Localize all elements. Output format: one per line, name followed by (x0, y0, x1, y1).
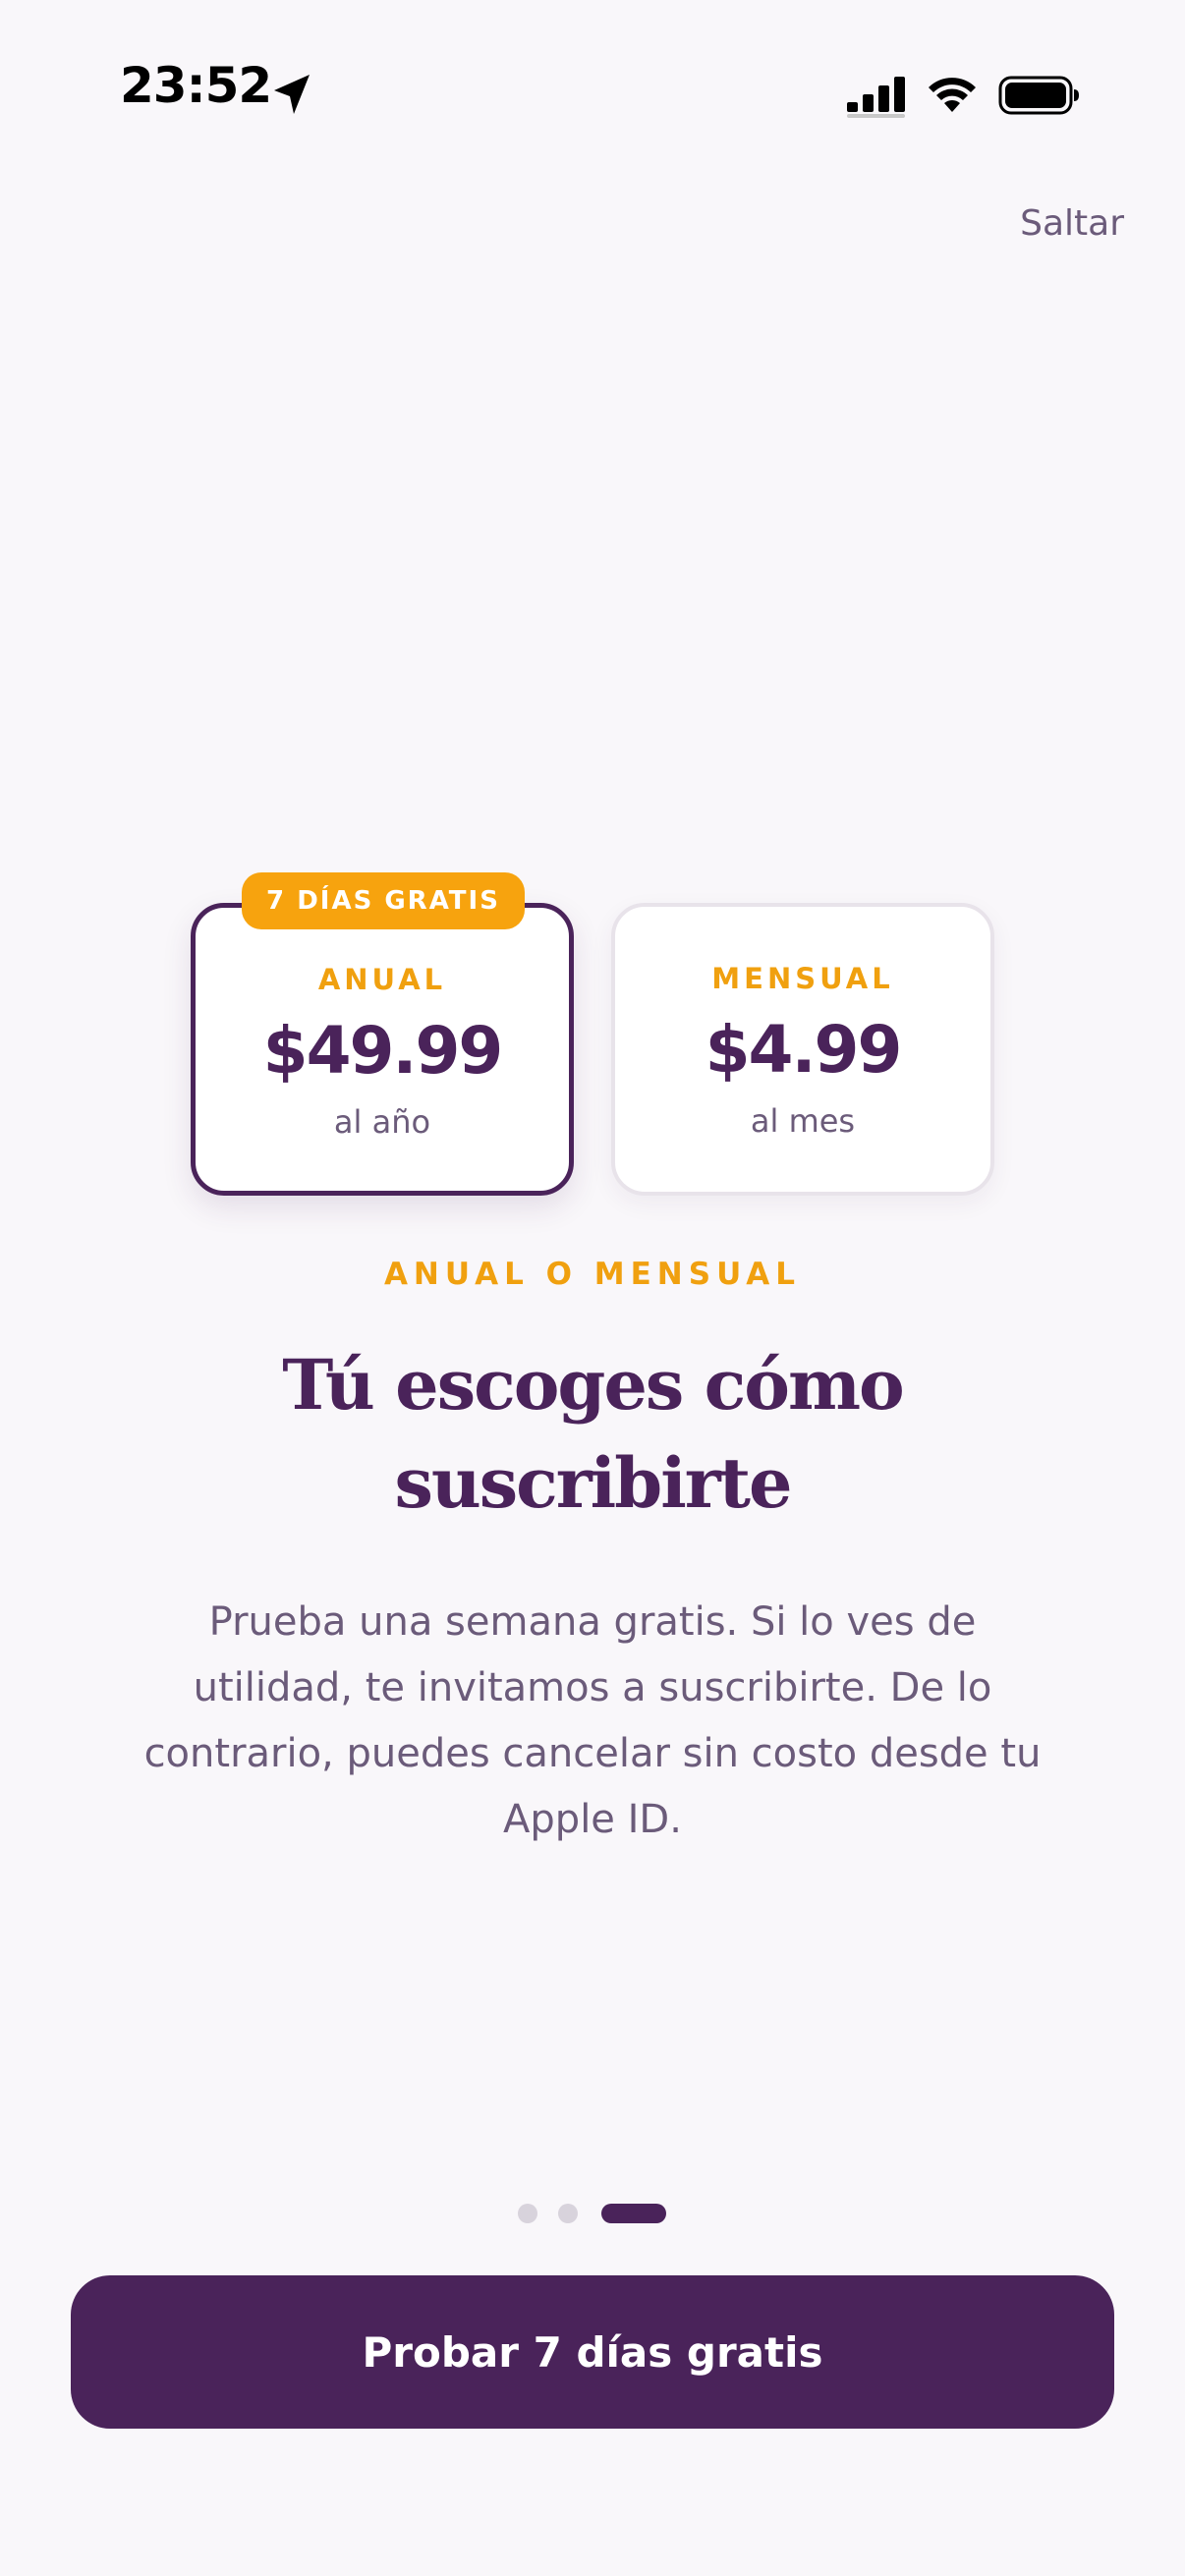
plan-period: al mes (750, 1102, 856, 1140)
plan-price: $4.99 (705, 1012, 903, 1088)
plan-label: ANUAL (317, 963, 447, 996)
location-arrow-icon (274, 75, 310, 114)
battery-icon (998, 76, 1079, 115)
status-time: 23:52 (120, 57, 272, 114)
plan-card-monthly[interactable]: MENSUAL $4.99 al mes (611, 903, 994, 1196)
skip-link[interactable]: Saltar (1020, 206, 1124, 242)
plan-card-annual[interactable]: ANUAL $49.99 al año (191, 903, 574, 1196)
cellular-signal-icon (847, 77, 905, 118)
page-dot (558, 2204, 578, 2223)
page-indicator (0, 2204, 1185, 2223)
plan-label: MENSUAL (711, 962, 894, 995)
plan-price: $49.99 (262, 1013, 504, 1089)
plan-period: al año (333, 1103, 431, 1141)
start-free-trial-button[interactable]: Probar 7 días gratis (71, 2275, 1114, 2429)
section-eyebrow: ANUAL O MENSUAL (383, 1257, 802, 1292)
wifi-icon (929, 78, 976, 112)
page-dot (518, 2204, 537, 2223)
description-text: Prueba una semana gratis. Si lo ves de u… (143, 1599, 1042, 1842)
page-dot-active (601, 2204, 666, 2223)
free-trial-badge: 7 DÍAS GRATIS (242, 872, 525, 929)
page-title: Tú escoges cómo suscribirte (282, 1344, 905, 1524)
